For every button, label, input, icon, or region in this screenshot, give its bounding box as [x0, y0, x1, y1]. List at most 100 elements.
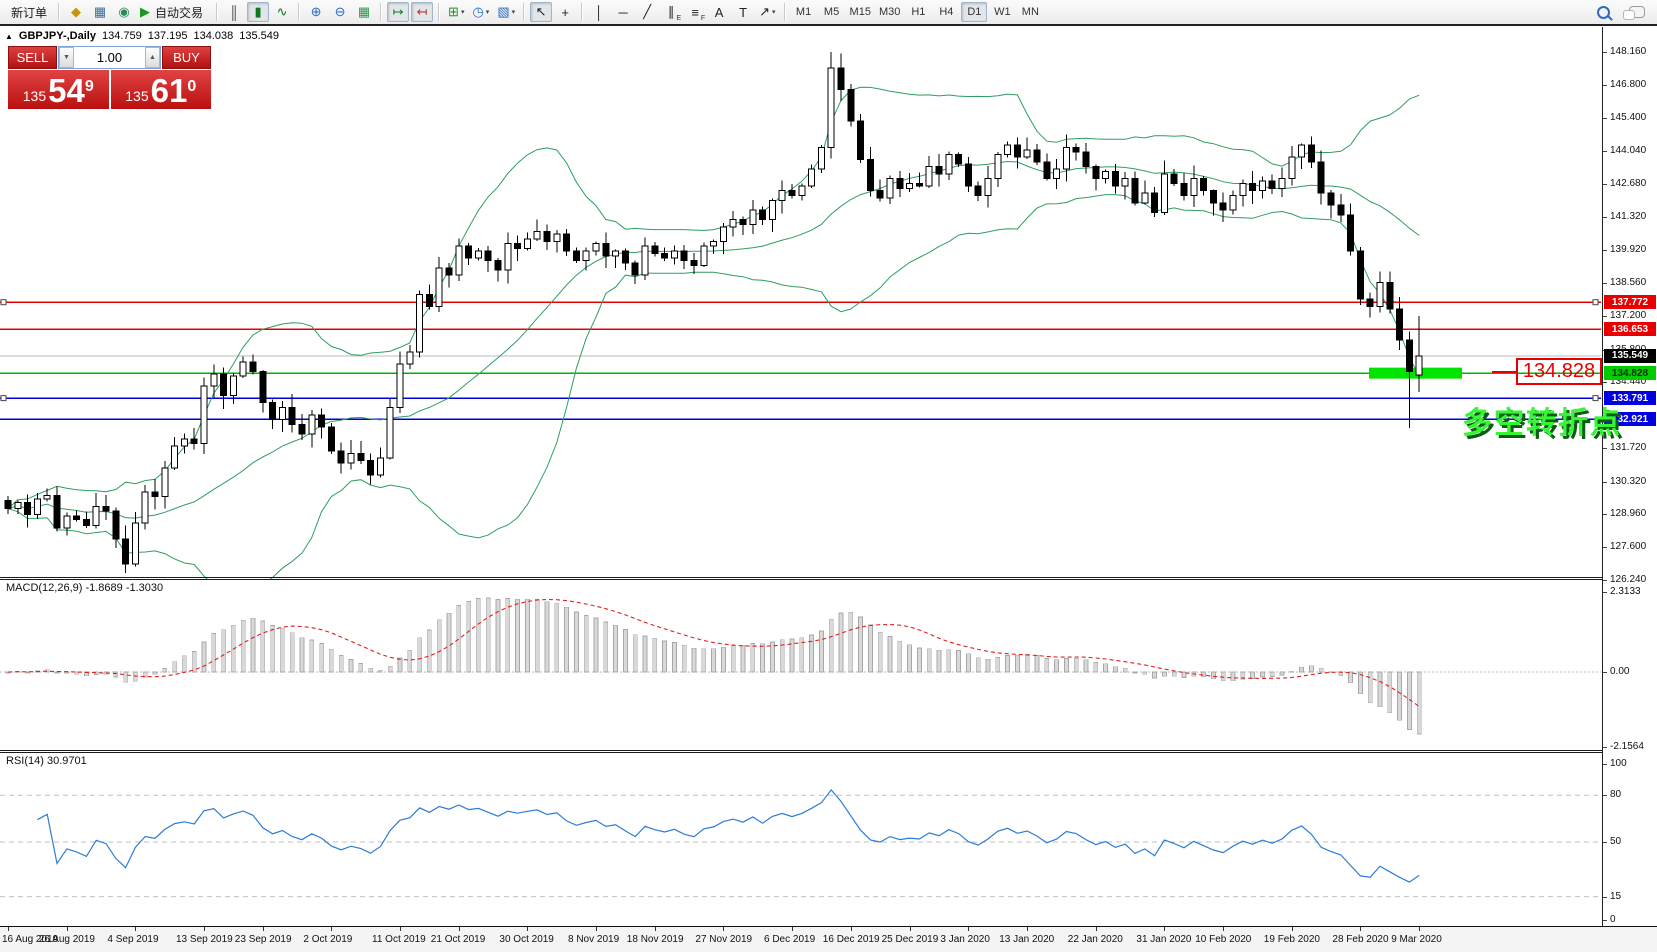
- date-tick-mark: [1292, 927, 1293, 931]
- arrows-icon[interactable]: ↗▾: [756, 2, 778, 22]
- date-label: 3 Jan 2020: [940, 934, 990, 945]
- ohlc-close: 135.549: [239, 30, 279, 42]
- highlight-bar[interactable]: [1369, 368, 1462, 379]
- search-icon[interactable]: [1592, 2, 1614, 22]
- volume-down-icon[interactable]: ▼: [59, 47, 74, 68]
- date-label: 31 Jan 2020: [1136, 934, 1191, 945]
- profiles-icon[interactable]: ▦: [89, 2, 111, 22]
- timeframe-d1[interactable]: D1: [961, 2, 987, 22]
- line-chart-icon[interactable]: ∿: [271, 2, 293, 22]
- chat-glyph: [1629, 6, 1645, 18]
- date-label: 13 Sep 2019: [176, 934, 233, 945]
- text-icon[interactable]: A: [708, 2, 730, 22]
- volume-input[interactable]: 1.00: [74, 50, 145, 65]
- zoom-out-icon[interactable]: ⊖: [329, 2, 351, 22]
- price-callout-box[interactable]: 134.828: [1516, 358, 1602, 385]
- price-tick: 144.040: [1610, 145, 1646, 156]
- chart-shift-icon[interactable]: ↤: [411, 2, 433, 22]
- timeframe-h1[interactable]: H1: [905, 2, 931, 22]
- timeframe-m1[interactable]: M1: [791, 2, 817, 22]
- line-handle[interactable]: [1593, 300, 1598, 305]
- callout-connector: [1492, 371, 1516, 373]
- toolbar-separator: [523, 3, 525, 21]
- sell-button[interactable]: SELL: [8, 46, 57, 69]
- crosshair-icon-glyph: +: [561, 5, 569, 20]
- dropdown-caret-icon[interactable]: ▾: [461, 8, 465, 16]
- cursor-icon[interactable]: ↖: [530, 2, 552, 22]
- toolbar-right-group: [1591, 0, 1649, 24]
- candlestick-icon[interactable]: ▮: [247, 2, 269, 22]
- dropdown-caret-icon[interactable]: ▾: [772, 8, 776, 16]
- ask-price-display[interactable]: 135 61 0: [111, 70, 212, 109]
- dropdown-caret-icon[interactable]: ▾: [486, 8, 490, 16]
- periods-icon[interactable]: ◷▾: [469, 2, 492, 22]
- macd-panel[interactable]: [0, 580, 1602, 750]
- price-tick-mark: [1603, 448, 1607, 449]
- fibonacci-icon[interactable]: ≡F: [684, 2, 706, 22]
- toolbar-separator: [216, 3, 218, 21]
- price-tick: 141.320: [1610, 211, 1646, 222]
- panel-divider[interactable]: [0, 750, 1657, 751]
- chat-icon[interactable]: [1626, 2, 1648, 22]
- price-chart[interactable]: [0, 44, 1602, 580]
- bar-chart-icon[interactable]: ║: [223, 2, 245, 22]
- search-glyph: [1597, 6, 1610, 19]
- templates-icon[interactable]: ▧▾: [494, 2, 518, 22]
- volume-up-icon[interactable]: ▲: [145, 47, 160, 68]
- price-tick: 131.720: [1610, 442, 1646, 453]
- buy-button[interactable]: BUY: [162, 46, 211, 69]
- date-label: 16 Dec 2019: [823, 934, 880, 945]
- date-label: 26 Aug 2019: [39, 934, 95, 945]
- market-watch-icon[interactable]: ◉: [113, 2, 135, 22]
- line-chart-icon-glyph: ∿: [277, 4, 288, 20]
- timeframe-w1[interactable]: W1: [989, 2, 1015, 22]
- turning-point-annotation[interactable]: 多空转折点: [1462, 398, 1622, 442]
- price-tick: 148.160: [1610, 46, 1646, 57]
- rsi-scale-label: 0: [1610, 914, 1616, 925]
- price-badge: 135.549: [1604, 349, 1656, 363]
- panel-divider[interactable]: [0, 577, 1657, 578]
- price-tick-mark: [1603, 184, 1607, 185]
- main-toolbar: 新订单◆▦◉▶自动交易║▮∿⊕⊖▦↦↤⊞▾◷▾▧▾↖+│─╱∥E≡FAT↗▾M1…: [0, 0, 1657, 26]
- horizontal-lines[interactable]: [0, 302, 1601, 419]
- auto-scroll-icon[interactable]: ↦: [387, 2, 409, 22]
- autotrading-glyph: ▶: [140, 4, 150, 20]
- timeframe-h4[interactable]: H4: [933, 2, 959, 22]
- autotrading-button[interactable]: ▶自动交易: [137, 2, 211, 22]
- volume-stepper[interactable]: ▼ 1.00 ▲: [58, 46, 161, 69]
- collapse-icon[interactable]: ▲: [5, 32, 13, 41]
- line-handle[interactable]: [1, 300, 6, 305]
- new-order-button[interactable]: 新订单: [5, 2, 53, 22]
- rsi-panel[interactable]: [0, 753, 1602, 925]
- timeframe-mn[interactable]: MN: [1017, 2, 1043, 22]
- timeframe-m30[interactable]: M30: [876, 2, 903, 22]
- hline-icon[interactable]: ─: [612, 2, 634, 22]
- price-tick-mark: [1603, 283, 1607, 284]
- bid-price-display[interactable]: 135 54 9: [8, 70, 109, 109]
- date-axis[interactable]: 16 Aug 201926 Aug 20194 Sep 201913 Sep 2…: [0, 926, 1657, 952]
- channel-icon[interactable]: ∥E: [660, 2, 682, 22]
- zoom-in-icon[interactable]: ⊕: [305, 2, 327, 22]
- trendline-icon[interactable]: ╱: [636, 2, 658, 22]
- price-badge: 136.653: [1604, 322, 1656, 336]
- sub-letter: F: [701, 15, 705, 22]
- tile-windows-icon[interactable]: ▦: [353, 2, 375, 22]
- crosshair-icon[interactable]: +: [554, 2, 576, 22]
- price-tick-mark: [1603, 514, 1607, 515]
- price-tick: 126.240: [1610, 574, 1646, 585]
- vline-icon[interactable]: │: [588, 2, 610, 22]
- price-axis[interactable]: 148.160146.800145.400144.040142.680141.3…: [1602, 27, 1657, 926]
- timeframe-m5[interactable]: M5: [819, 2, 845, 22]
- date-label: 27 Nov 2019: [695, 934, 752, 945]
- label-icon[interactable]: T: [732, 2, 754, 22]
- dropdown-caret-icon[interactable]: ▾: [512, 8, 516, 16]
- new-chart-icon[interactable]: ◆: [65, 2, 87, 22]
- line-handle[interactable]: [1, 396, 6, 401]
- macd-label: MACD(12,26,9) -1.8689 -1.3030: [6, 582, 163, 594]
- date-tick-mark: [1027, 927, 1028, 931]
- date-label: 28 Feb 2020: [1332, 934, 1388, 945]
- ask-price-pips: 61: [151, 76, 188, 106]
- add-indicator-icon[interactable]: ⊞▾: [445, 2, 467, 22]
- price-badge: 137.772: [1604, 295, 1656, 309]
- timeframe-m15[interactable]: M15: [847, 2, 874, 22]
